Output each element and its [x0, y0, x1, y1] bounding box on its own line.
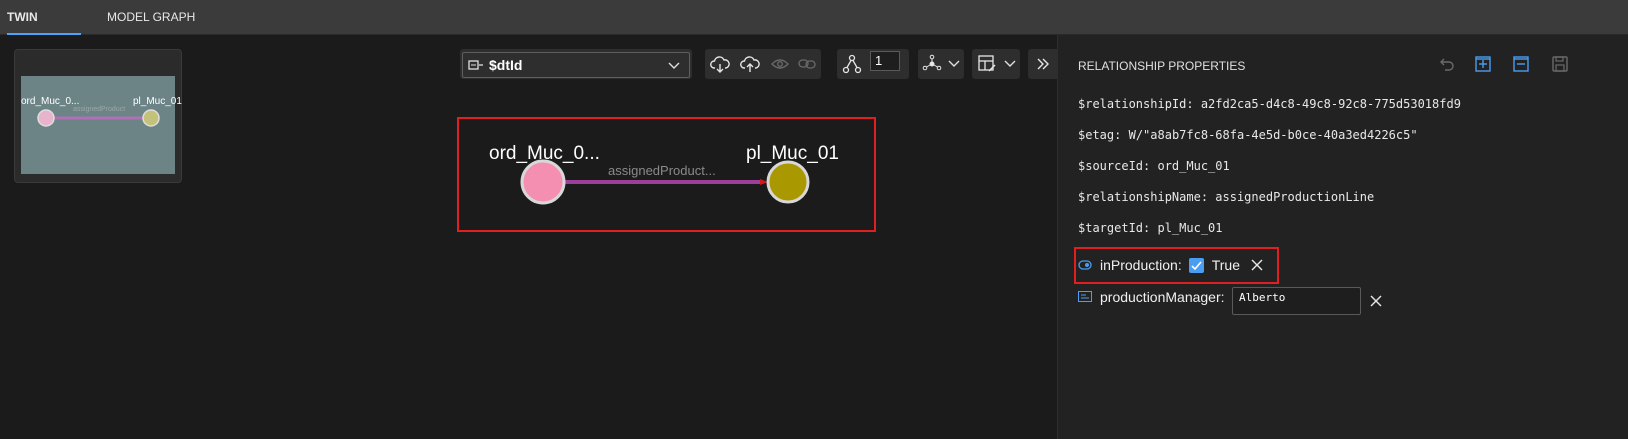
close-icon [1251, 259, 1263, 271]
undo-button[interactable] [1434, 52, 1458, 76]
property-value: W/"a8ab7fc8-68fa-4e5d-b0ce-40a3ed4226c5" [1128, 128, 1418, 142]
collapse-all-button[interactable] [1509, 52, 1533, 76]
in-production-value: True [1211, 257, 1240, 273]
table-chevron-button[interactable] [998, 52, 1022, 76]
save-icon [1552, 56, 1568, 72]
top-tab-bar: TWIN GRAPH MODEL GRAPH [0, 0, 1628, 59]
tab-model-graph[interactable]: MODEL GRAPH [107, 0, 195, 35]
property-key: $etag: [1078, 128, 1122, 142]
property-etag: $etag: W/"a8ab7fc8-68fa-4e5d-b0ce-40a3ed… [1078, 128, 1418, 142]
property-production-manager: productionManager: [1078, 285, 1225, 309]
property-key: $relationshipName: [1078, 190, 1209, 204]
minimap-viewport[interactable]: ord_Muc_0... pl_Muc_01 assignedProduct [21, 76, 182, 174]
remove-in-production-button[interactable] [1250, 258, 1264, 272]
expand-tree-icon [842, 54, 862, 74]
display-property-select[interactable]: $dtId [462, 52, 690, 78]
highlighted-graph-region: ord_Muc_0... pl_Muc_01 assignedProduct..… [457, 117, 876, 232]
check-icon [1191, 260, 1202, 270]
display-property-value: $dtId [489, 57, 523, 73]
relationship-graph [520, 159, 810, 205]
expansion-level-input[interactable]: 1 [870, 51, 900, 71]
cloud-download-icon [710, 56, 730, 73]
property-value: assignedProductionLine [1215, 190, 1375, 204]
in-production-label: inProduction: [1100, 257, 1182, 273]
property-value: pl_Muc_01 [1157, 221, 1223, 235]
link-icon [798, 59, 816, 69]
production-manager-label: productionManager: [1100, 289, 1225, 305]
cloud-upload-icon [740, 56, 760, 72]
chevron-down-icon [667, 59, 681, 77]
network-layout-icon [922, 54, 942, 71]
expand-graph-button[interactable] [840, 52, 864, 76]
layout-chevron-button[interactable] [942, 52, 966, 76]
expand-all-button[interactable] [1471, 52, 1495, 76]
graph-canvas[interactable]: ord_Muc_0... pl_Muc_01 assignedProduct $… [0, 35, 1057, 439]
minimap-target-node [142, 109, 160, 127]
relationship-properties-panel: RELATIONSHIP PROPERTIES $relationshipId:… [1057, 35, 1628, 439]
minimap-graph [37, 109, 160, 127]
target-node [766, 160, 810, 204]
minimap-source-node [37, 109, 55, 127]
minimap[interactable]: ord_Muc_0... pl_Muc_01 assignedProduct [14, 49, 182, 183]
undo-icon [1440, 58, 1454, 71]
remove-production-manager-button[interactable] [1364, 289, 1388, 313]
production-manager-input[interactable]: Alberto [1232, 287, 1361, 315]
panel-title: RELATIONSHIP PROPERTIES [1078, 59, 1246, 73]
double-chevron-right-icon [1037, 58, 1049, 70]
close-icon [1370, 295, 1382, 307]
property-target-id: $targetId: pl_Muc_01 [1078, 221, 1223, 235]
property-value: a2fd2ca5-d4c8-49c8-92c8-775d53018fd9 [1200, 97, 1461, 111]
property-relationship-id: $relationshipId: a2fd2ca5-d4c8-49c8-92c8… [1078, 97, 1461, 111]
chevron-down-icon [948, 60, 960, 67]
property-source-id: $sourceId: ord_Muc_01 [1078, 159, 1230, 173]
property-key: $relationshipId: [1078, 97, 1194, 111]
property-key: $targetId: [1078, 221, 1151, 235]
source-node [520, 159, 566, 205]
more-actions-button[interactable] [1031, 52, 1055, 76]
save-button[interactable] [1548, 52, 1572, 76]
download-cloud-button[interactable] [708, 52, 732, 76]
table-view-button[interactable] [975, 52, 999, 76]
layout-button[interactable] [920, 52, 944, 76]
property-value: ord_Muc_01 [1157, 159, 1230, 173]
chevron-down-icon [1004, 60, 1016, 67]
property-relationship-name: $relationshipName: assignedProductionLin… [1078, 190, 1374, 204]
view-button[interactable] [768, 52, 792, 76]
eye-icon [771, 59, 789, 69]
property-in-production: inProduction: True [1078, 253, 1264, 277]
in-production-checkbox[interactable] [1188, 257, 1204, 273]
property-key: $sourceId: [1078, 159, 1151, 173]
expand-all-icon [1475, 56, 1491, 72]
tab-twin-graph[interactable]: TWIN GRAPH [7, 0, 81, 59]
table-edit-icon [978, 55, 996, 72]
link-button[interactable] [795, 52, 819, 76]
upload-cloud-button[interactable] [738, 52, 762, 76]
property-select-icon [468, 58, 484, 77]
text-field-icon [1078, 289, 1092, 305]
collapse-all-icon [1513, 56, 1529, 72]
toggle-icon [1078, 257, 1092, 273]
